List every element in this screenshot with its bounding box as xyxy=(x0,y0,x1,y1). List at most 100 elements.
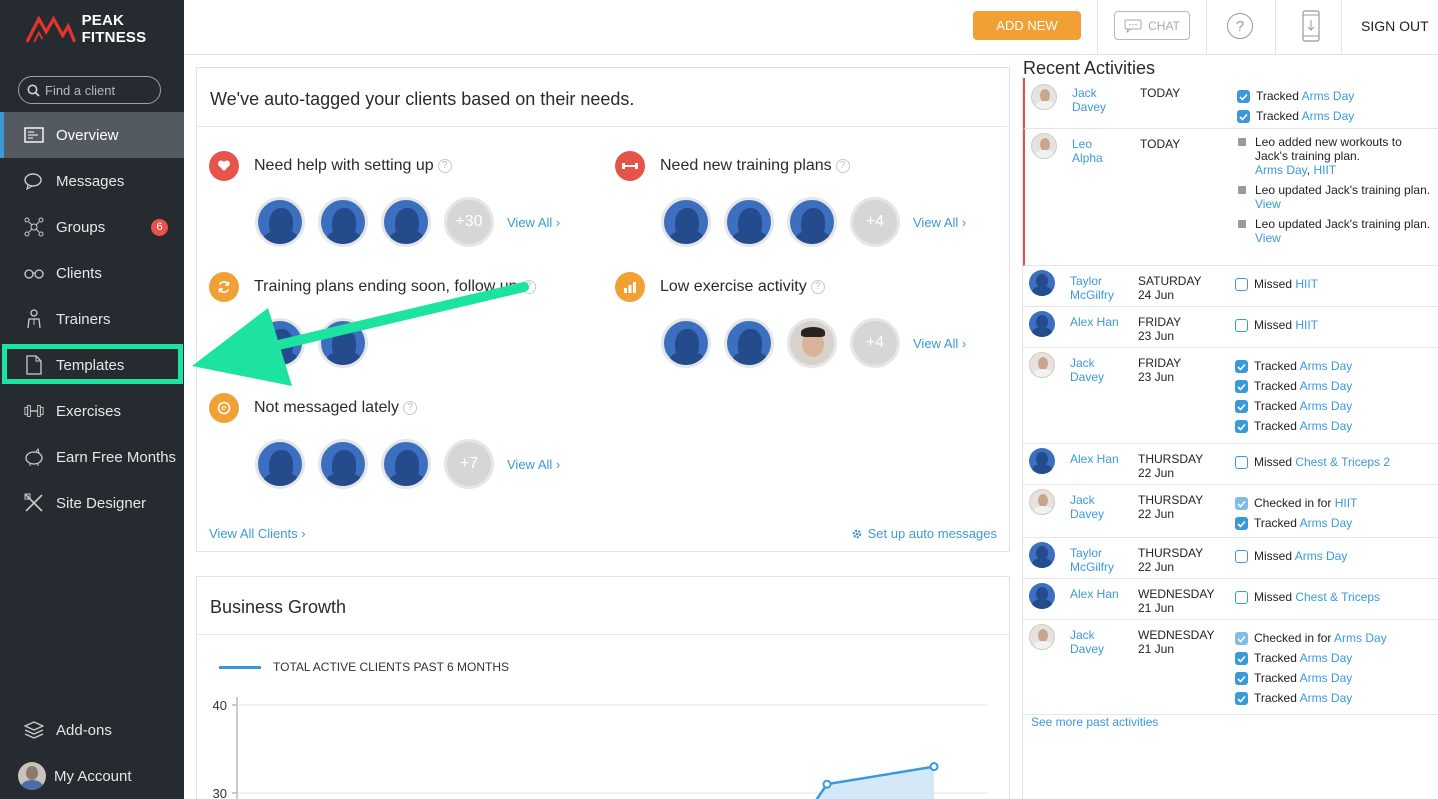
client-avatar[interactable] xyxy=(1029,624,1055,650)
workout-link[interactable]: Arms Day xyxy=(1295,549,1348,563)
account-avatar xyxy=(18,762,46,790)
client-avatar[interactable] xyxy=(661,197,711,247)
nav-item-earn-free-months[interactable]: Earn Free Months xyxy=(0,434,184,480)
workout-link[interactable]: Chest & Triceps 2 xyxy=(1295,455,1390,469)
client-name-link[interactable]: Alex Han xyxy=(1070,315,1140,329)
client-avatar[interactable] xyxy=(255,197,305,247)
info-icon[interactable]: ? xyxy=(437,158,452,173)
workout-link[interactable]: Arms Day xyxy=(1334,631,1387,645)
more-clients-count[interactable]: +4 xyxy=(850,197,900,247)
client-avatar[interactable] xyxy=(1029,583,1055,609)
client-avatar[interactable] xyxy=(724,197,774,247)
piggy-bank-icon xyxy=(24,447,44,467)
client-avatar[interactable] xyxy=(1029,270,1055,296)
search-input[interactable]: Find a client xyxy=(45,83,115,98)
client-avatar[interactable] xyxy=(1029,489,1055,515)
nav-item-addons[interactable]: Add-ons xyxy=(0,707,184,753)
checked-box-icon xyxy=(1235,692,1248,705)
note-icon xyxy=(1238,186,1246,194)
client-avatar[interactable] xyxy=(318,197,368,247)
workout-link[interactable]: Arms Day xyxy=(1300,516,1353,530)
client-avatar[interactable] xyxy=(787,197,837,247)
client-avatar[interactable] xyxy=(1031,84,1057,110)
more-clients-count[interactable]: +30 xyxy=(444,197,494,247)
info-icon[interactable]: ? xyxy=(810,279,825,294)
nav-label: Earn Free Months xyxy=(56,448,177,466)
client-name-link[interactable]: Taylor McGilfry xyxy=(1070,274,1140,302)
client-avatar[interactable] xyxy=(1031,133,1057,159)
more-clients-count[interactable]: +4 xyxy=(850,318,900,368)
view-all-clients-link[interactable]: View All Clients › xyxy=(209,526,306,541)
client-name-link[interactable]: Jack Davey xyxy=(1070,628,1140,656)
client-name-link[interactable]: Alex Han xyxy=(1070,452,1140,466)
workout-link[interactable]: HIIT xyxy=(1335,496,1358,510)
client-avatar[interactable] xyxy=(1029,448,1055,474)
view-link[interactable]: View xyxy=(1255,197,1281,211)
client-avatar[interactable] xyxy=(381,197,431,247)
client-avatar[interactable] xyxy=(318,318,368,368)
workout-link[interactable]: Arms Day xyxy=(1255,163,1307,177)
workout-link[interactable]: Arms Day xyxy=(1300,359,1353,373)
client-avatar[interactable] xyxy=(661,318,711,368)
client-avatar[interactable] xyxy=(787,318,837,368)
nav-item-clients[interactable]: Clients xyxy=(0,250,184,296)
client-avatar[interactable] xyxy=(255,318,305,368)
nav-item-trainers[interactable]: Trainers xyxy=(0,296,184,342)
workout-link[interactable]: Arms Day xyxy=(1300,399,1353,413)
client-name-link[interactable]: Jack Davey xyxy=(1070,493,1140,521)
client-avatar[interactable] xyxy=(724,318,774,368)
see-more-activities-link[interactable]: See more past activities xyxy=(1031,715,1158,729)
mobile-app-icon[interactable] xyxy=(1302,10,1320,42)
workout-link[interactable]: Arms Day xyxy=(1300,419,1353,433)
workout-link[interactable]: Chest & Triceps xyxy=(1295,590,1380,604)
client-search[interactable]: Find a client xyxy=(18,76,161,104)
view-all-link[interactable]: View All › xyxy=(507,215,560,230)
workout-link[interactable]: Arms Day xyxy=(1300,651,1353,665)
activity-row: Leo Alpha TODAY Leo added new workouts to J… xyxy=(1023,129,1438,266)
nav-item-my-account[interactable]: My Account xyxy=(0,753,184,799)
workout-link[interactable]: Arms Day xyxy=(1302,109,1355,123)
client-avatar[interactable] xyxy=(381,439,431,489)
info-icon[interactable]: ? xyxy=(402,400,417,415)
info-icon[interactable]: ? xyxy=(521,279,536,294)
client-avatar[interactable] xyxy=(318,439,368,489)
checked-box-icon xyxy=(1235,380,1248,393)
help-icon[interactable]: ? xyxy=(1227,13,1253,39)
info-icon[interactable]: ? xyxy=(835,158,850,173)
add-new-button[interactable]: ADD NEW xyxy=(973,11,1081,40)
client-avatar[interactable] xyxy=(1029,311,1055,337)
chat-button[interactable]: CHAT xyxy=(1114,11,1190,40)
nav-item-messages[interactable]: Messages xyxy=(0,158,184,204)
unchecked-box-icon xyxy=(1235,456,1248,469)
client-avatar[interactable] xyxy=(255,439,305,489)
workout-link[interactable]: HIIT xyxy=(1295,318,1318,332)
client-name-link[interactable]: Alex Han xyxy=(1070,587,1140,601)
more-clients-count[interactable]: +7 xyxy=(444,439,494,489)
view-link[interactable]: View xyxy=(1255,231,1281,245)
client-name-link[interactable]: Jack Davey xyxy=(1070,356,1140,384)
client-avatar[interactable] xyxy=(1029,542,1055,568)
nav-item-overview[interactable]: Overview xyxy=(0,112,184,158)
sign-out-button[interactable]: SIGN OUT xyxy=(1361,18,1429,34)
workout-link[interactable]: HIIT xyxy=(1295,277,1318,291)
client-name-link[interactable]: Taylor McGilfry xyxy=(1070,546,1140,574)
brand-logo[interactable]: PEAK FITNESS xyxy=(26,12,184,46)
client-name-link[interactable]: Jack Davey xyxy=(1072,86,1142,114)
nav-item-site-designer[interactable]: Site Designer xyxy=(0,480,184,526)
activity-row: Taylor McGilfry THURSDAY 22 Jun Missed Arms … xyxy=(1023,538,1438,579)
chat-bubble-icon xyxy=(1124,19,1142,33)
workout-link[interactable]: Arms Day xyxy=(1302,89,1355,103)
view-all-link[interactable]: View All › xyxy=(913,336,966,351)
view-all-link[interactable]: View All › xyxy=(913,215,966,230)
view-all-link[interactable]: View All › xyxy=(507,457,560,472)
client-avatar[interactable] xyxy=(1029,352,1055,378)
client-name-link[interactable]: Leo Alpha xyxy=(1072,137,1142,165)
nav-item-groups[interactable]: Groups 6 xyxy=(0,204,184,250)
workout-link[interactable]: Arms Day xyxy=(1300,671,1353,685)
workout-link[interactable]: Arms Day xyxy=(1300,691,1353,705)
workout-link[interactable]: HIIT xyxy=(1313,163,1336,177)
workout-link[interactable]: Arms Day xyxy=(1300,379,1353,393)
nav-item-exercises[interactable]: Exercises xyxy=(0,388,184,434)
activity-item: Tracked Arms Day xyxy=(1235,359,1435,373)
setup-auto-messages-link[interactable]: Set up auto messages xyxy=(851,526,997,541)
